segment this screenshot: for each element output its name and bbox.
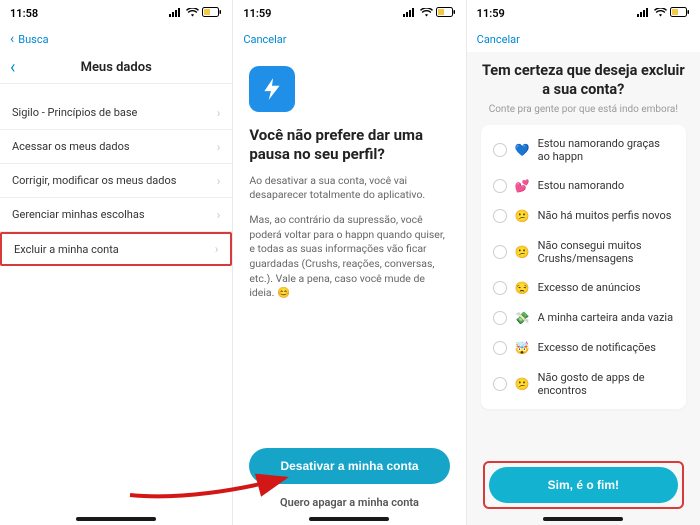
radio-icon [493, 209, 507, 223]
chevron-right-icon: › [217, 140, 221, 154]
emoji-icon: 💸 [515, 311, 530, 325]
reason-option[interactable]: 🤯 Excesso de notificações [481, 333, 686, 363]
reason-label: Não consegui muitos Crushs/mensagens [538, 239, 674, 265]
screen2-title: Você não prefere dar uma pausa no seu pe… [249, 126, 449, 164]
row-acessar-dados[interactable]: Acessar os meus dados › [0, 130, 232, 164]
reason-option[interactable]: 😕 Não consegui muitos Crushs/mensagens [481, 231, 686, 273]
emoji-icon: 😕 [515, 245, 530, 259]
status-time: 11:59 [477, 7, 505, 20]
reason-label: Excesso de anúncios [538, 281, 641, 294]
nav-back-row[interactable]: ‹ Busca [0, 26, 232, 52]
cancel-button[interactable]: Cancelar [243, 33, 286, 46]
status-bar: 11:59 [467, 0, 700, 26]
highlighted-confirm-wrapper: Sim, é o fim! [483, 461, 684, 509]
emoji-icon: 🤯 [515, 341, 530, 355]
screen-pausa-perfil: 11:59 Cancelar Você não prefere dar uma … [233, 0, 466, 525]
row-corrigir-dados[interactable]: Corrigir, modificar os meus dados › [0, 164, 232, 198]
chevron-right-icon: › [217, 174, 221, 188]
home-indicator [76, 517, 156, 521]
row-sigilo[interactable]: Sigilo - Princípios de base › [0, 96, 232, 130]
radio-icon [493, 179, 507, 193]
row-gerenciar-escolhas[interactable]: Gerenciar minhas escolhas › [0, 198, 232, 232]
radio-icon [493, 341, 507, 355]
cancel-button[interactable]: Cancelar [477, 33, 520, 46]
home-indicator [309, 517, 389, 521]
deactivate-account-button[interactable]: Desativar a minha conta [249, 448, 449, 484]
confirm-delete-button[interactable]: Sim, é o fim! [489, 467, 678, 503]
chevron-right-icon: › [215, 242, 219, 256]
emoji-icon: 😕 [515, 209, 530, 223]
happn-app-icon [249, 66, 295, 112]
nav-cancel-row: Cancelar [467, 26, 700, 52]
emoji-icon: 😕 [515, 377, 530, 391]
screen3-subtitle: Conte pra gente por que está indo embora… [481, 104, 686, 115]
page-title: Meus dados [81, 60, 152, 75]
reason-option[interactable]: 😒 Excesso de anúncios [481, 273, 686, 303]
battery-icon [436, 7, 456, 20]
reason-label: A minha carteira anda vazia [538, 311, 673, 324]
status-icons [169, 7, 222, 20]
row-label: Sigilo - Princípios de base [12, 106, 137, 119]
reason-label: Estou namorando [538, 179, 625, 192]
reason-label: Estou namorando graças ao happn [538, 137, 674, 163]
battery-icon [202, 7, 222, 20]
battery-icon [670, 7, 690, 20]
status-icons [637, 7, 690, 20]
radio-icon [493, 143, 507, 157]
delete-account-link[interactable]: Quero apagar a minha conta [249, 496, 449, 509]
wifi-icon [654, 7, 667, 20]
signal-icon [637, 7, 651, 20]
reason-option[interactable]: 😕 Não gosto de apps de encontros [481, 363, 686, 405]
signal-icon [403, 7, 417, 20]
status-icons [403, 7, 456, 20]
chevron-right-icon: › [217, 106, 221, 120]
settings-list: Sigilo - Princípios de base › Acessar os… [0, 96, 232, 266]
back-button[interactable]: ‹ [10, 57, 15, 78]
signal-icon [169, 7, 183, 20]
header-bar: ‹ Meus dados [0, 52, 232, 84]
reason-option[interactable]: 😕 Não há muitos perfis novos [481, 201, 686, 231]
status-time: 11:58 [10, 7, 38, 20]
reason-option[interactable]: 💸 A minha carteira anda vazia [481, 303, 686, 333]
nav-cancel-row: Cancelar [233, 26, 465, 52]
reason-label: Não gosto de apps de encontros [538, 371, 674, 397]
row-label: Gerenciar minhas escolhas [12, 208, 145, 221]
chevron-left-icon: ‹ [10, 32, 14, 46]
emoji-icon: 😒 [515, 281, 530, 295]
reason-option[interactable]: 💙 Estou namorando graças ao happn [481, 129, 686, 171]
status-time: 11:59 [243, 7, 271, 20]
row-excluir-conta[interactable]: Excluir a minha conta › [0, 232, 232, 266]
row-label: Excluir a minha conta [14, 243, 119, 256]
screen-confirm-delete: 11:59 Cancelar Tem certeza que deseja ex… [467, 0, 700, 525]
reason-label: Excesso de notificações [538, 341, 656, 354]
screen2-paragraph-1: Ao desativar a sua conta, você vai desap… [249, 174, 449, 203]
home-indicator [543, 517, 623, 521]
radio-icon [493, 311, 507, 325]
reason-label: Não há muitos perfis novos [538, 209, 672, 222]
status-bar: 11:58 [0, 0, 232, 26]
wifi-icon [420, 7, 433, 20]
radio-icon [493, 245, 507, 259]
radio-icon [493, 377, 507, 391]
screen3-title: Tem certeza que deseja excluir a sua con… [481, 62, 686, 100]
chevron-right-icon: › [217, 208, 221, 222]
screen-meus-dados: 11:58 ‹ Busca ‹ Meus dados Si [0, 0, 233, 525]
wifi-icon [186, 7, 199, 20]
emoji-icon: 💙 [515, 143, 530, 157]
reasons-list: 💙 Estou namorando graças ao happn 💕 Estou … [481, 125, 686, 409]
screen2-paragraph-2: Mas, ao contrário da supressão, você pod… [249, 213, 449, 301]
reason-option[interactable]: 💕 Estou namorando [481, 171, 686, 201]
status-bar: 11:59 [233, 0, 465, 26]
radio-icon [493, 281, 507, 295]
nav-back-label: Busca [18, 33, 48, 46]
emoji-icon: 💕 [515, 179, 530, 193]
row-label: Acessar os meus dados [12, 140, 130, 153]
row-label: Corrigir, modificar os meus dados [12, 174, 176, 187]
